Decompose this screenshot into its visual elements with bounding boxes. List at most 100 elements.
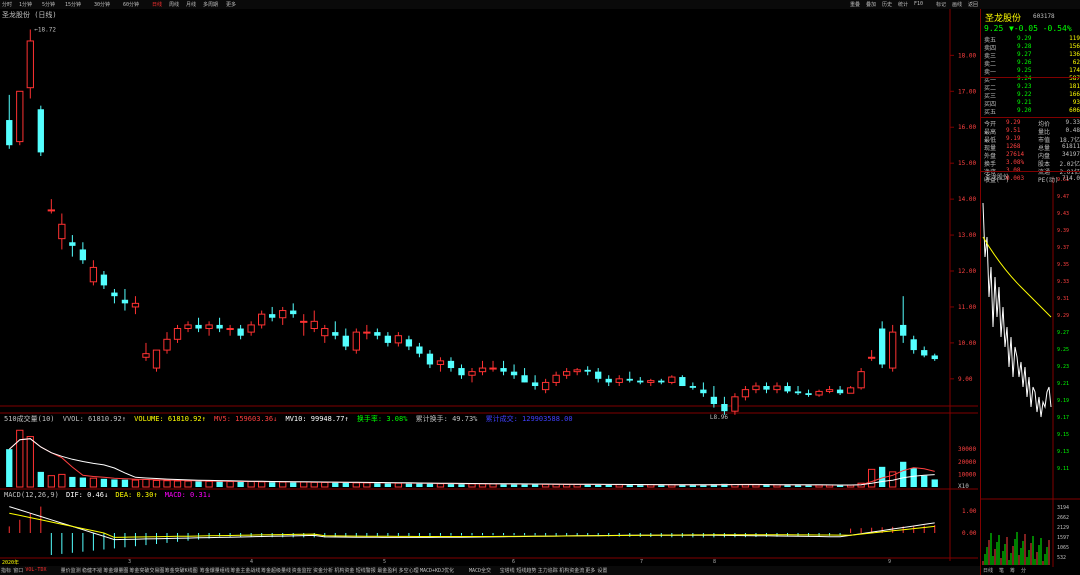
indicator-tab[interactable]: 量价监测: [61, 567, 81, 574]
indicator-tab[interactable]: 筹金突破交易图: [129, 567, 164, 574]
mini-price-tick: 9.15: [1057, 432, 1069, 438]
candle-body: [89, 266, 98, 283]
toolbar-item[interactable]: 统计: [898, 1, 908, 8]
candle-body: [394, 335, 403, 344]
candle-body: [710, 396, 718, 404]
indicator-tab[interactable]: 窗口: [13, 567, 23, 574]
candle-body: [100, 274, 108, 286]
mini-price-tick: 9.17: [1057, 415, 1069, 421]
toolbar-item[interactable]: 画线: [952, 1, 962, 8]
panel-tab[interactable]: 笔: [999, 568, 1004, 574]
period-tab[interactable]: 5分钟: [42, 1, 55, 8]
volume-bar: [562, 483, 571, 488]
volume-bar: [321, 481, 329, 488]
candle-body: [69, 242, 76, 246]
indicator-tab[interactable]: 主力追踪: [538, 567, 558, 574]
candle-body: [37, 109, 44, 153]
indicator-tab[interactable]: 机构资金: [334, 567, 354, 574]
indicator-tab[interactable]: 最金盈利: [377, 567, 397, 574]
vol-indicator-label[interactable]: 510成交量(10): [4, 415, 55, 423]
candle-body: [121, 299, 129, 304]
indicator-tab[interactable]: MACD全交: [469, 567, 491, 574]
panel-tab[interactable]: 分: [1021, 568, 1026, 574]
indicator-tab[interactable]: 筹金爆量组线: [200, 567, 230, 574]
indicator-tab-bar: 指标 窗口 VOL-TDX 量价监测 稳健不褪 筹金爆量图 筹金突破交易图 筹金突破K线图 筹金…: [0, 566, 980, 575]
volume-bar: [152, 479, 161, 488]
date-axis: 2020年 3 4 5 6 7 8 9: [0, 559, 980, 566]
stat-value: 3.08%: [1006, 159, 1025, 166]
y-tick-label: 15.00: [958, 160, 976, 167]
indicator-tab[interactable]: 筹金主金战线: [230, 567, 260, 574]
indicator-tab[interactable]: 多空心理: [399, 567, 419, 574]
indicator-tab[interactable]: 机构资金流: [559, 567, 584, 574]
indicator-tab[interactable]: 短线警报: [356, 567, 376, 574]
volume-bar: [16, 429, 24, 488]
orderbook-divider: [981, 117, 1080, 118]
indicator-tab[interactable]: 宝塔线: [500, 567, 515, 574]
toolbar-item[interactable]: 重叠: [850, 1, 860, 8]
date-label: 8: [713, 559, 717, 565]
period-tab[interactable]: 1分钟: [19, 1, 32, 8]
period-tab[interactable]: 15分钟: [65, 1, 81, 8]
candle-body: [721, 404, 728, 412]
stat-value: 9.33: [1065, 119, 1080, 126]
period-tab[interactable]: 60分钟: [123, 1, 139, 8]
mini-price-line: [982, 202, 1052, 418]
mini-price-tick: 9.25: [1057, 347, 1069, 353]
candle-body: [889, 331, 897, 369]
volume-bar: [58, 473, 66, 488]
indicator-tab[interactable]: 筹金爆量图: [103, 567, 128, 574]
main-chart-area[interactable]: 18.00 17.00 16.00 15.00 14.00 13.00 12.00 11.00…: [0, 9, 978, 561]
period-tab[interactable]: 更多: [226, 1, 236, 8]
toolbar-item[interactable]: F10: [914, 1, 923, 7]
volume-bar: [531, 484, 539, 487]
volume-bar: [69, 476, 76, 487]
indicator-tab[interactable]: 资金分析: [313, 567, 333, 574]
toolbar-item[interactable]: 历史: [882, 1, 892, 8]
orderbook-price: 9.25: [1017, 67, 1032, 74]
indicator-tab[interactable]: 设置: [597, 567, 607, 574]
panel-tab[interactable]: 日线: [983, 568, 993, 574]
mini-price-tick: 9.35: [1057, 262, 1069, 268]
mini-vol-tick: 2129: [1057, 525, 1069, 531]
candle-body: [447, 360, 455, 369]
orderbook-volume: 93: [1072, 99, 1080, 106]
orderbook-row: 买五 9.20 606: [984, 107, 1080, 116]
indicator-tab[interactable]: 指标: [1, 567, 11, 574]
candle-body: [237, 328, 244, 336]
period-tab[interactable]: 月线: [186, 1, 196, 8]
period-tab[interactable]: 多周期: [203, 1, 218, 8]
volume-bar: [300, 481, 308, 488]
indicator-tab[interactable]: 筹金超级量线: [261, 567, 291, 574]
indicator-tab[interactable]: MACD+KDJ优化: [420, 567, 454, 574]
volume-bar: [541, 483, 550, 488]
stock-code: 603178: [1033, 13, 1055, 20]
volume-bar: [216, 481, 223, 487]
period-tab[interactable]: 30分钟: [94, 1, 110, 8]
candle-body: [658, 380, 665, 383]
toolbar-item[interactable]: 叠加: [866, 1, 876, 8]
indicator-tab[interactable]: 短线趋势: [516, 567, 536, 574]
indicator-tab[interactable]: 更多: [585, 567, 595, 574]
panel-tab[interactable]: 筹: [1010, 568, 1015, 574]
macd-indicator-label[interactable]: MACD(12,26,9): [4, 491, 59, 499]
volume-bar: [269, 481, 276, 487]
orderbook-row: 买三 9.22 166: [984, 91, 1080, 100]
period-tab[interactable]: 周线: [169, 1, 179, 8]
indicator-tab[interactable]: 稳健不褪: [82, 567, 102, 574]
toolbar-item[interactable]: 返回: [968, 1, 978, 8]
kline-chart-svg[interactable]: 18.00 17.00 16.00 15.00 14.00 13.00 12.00 11.00…: [0, 9, 978, 561]
period-tab[interactable]: 日线: [152, 1, 162, 8]
period-tab[interactable]: 分时: [2, 1, 12, 8]
turnover-value: 换手率: 3.08%: [356, 415, 408, 423]
toolbar-item[interactable]: 标记: [936, 1, 946, 8]
intraday-mini-chart[interactable]: 9.519.479.439.399.379.359.339.319.299.27…: [981, 177, 1080, 567]
indicator-tab[interactable]: 筹金突破K线图: [165, 567, 198, 574]
indicator-tab[interactable]: 资金监控: [292, 567, 312, 574]
indicator-tab[interactable]: VOL-TDX: [25, 567, 46, 573]
orderbook-price: 9.23: [1017, 83, 1032, 90]
volume-bar: [237, 481, 244, 487]
mv5-value: MV5: 159603.36↓: [214, 415, 278, 423]
candle-body: [794, 391, 802, 394]
y-tick-label: 10.00: [958, 340, 976, 347]
